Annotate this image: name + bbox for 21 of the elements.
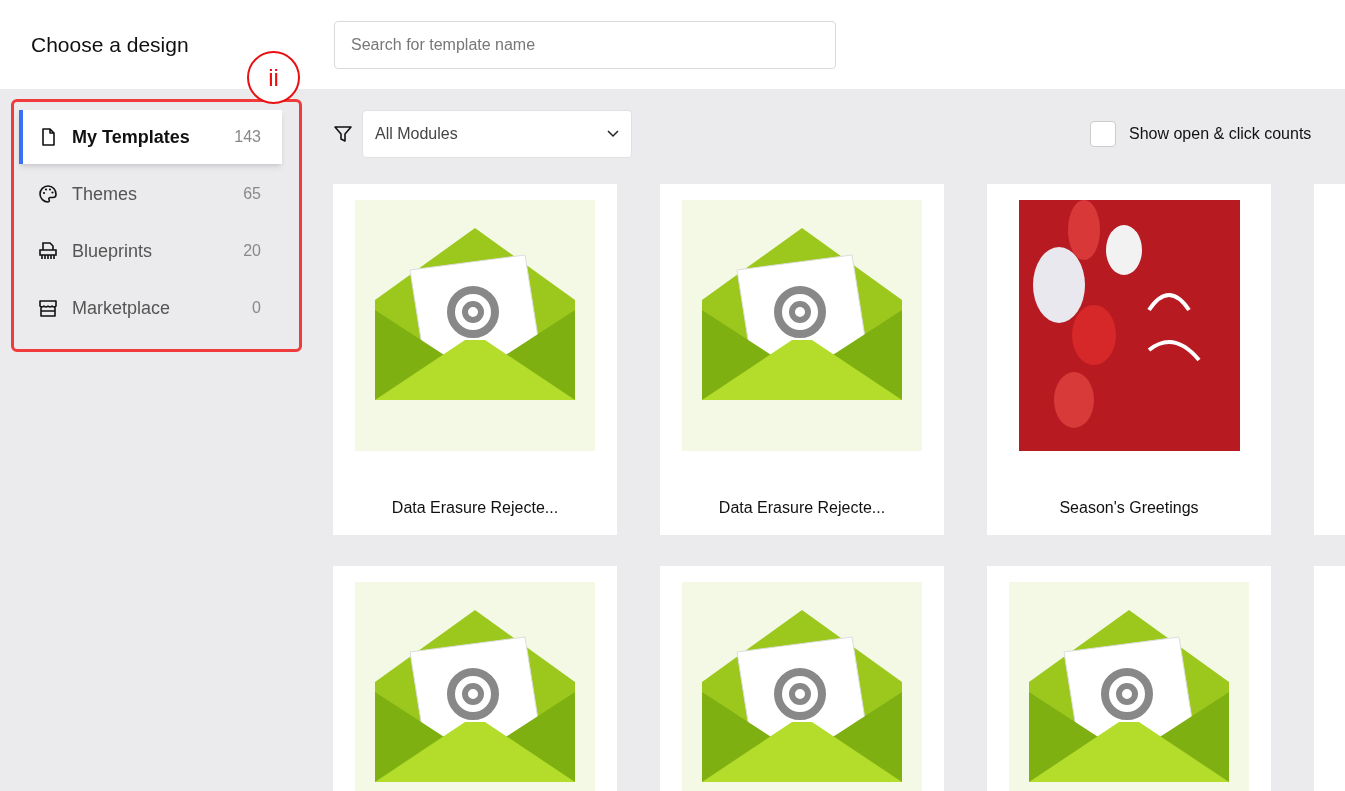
palette-icon [38,184,58,204]
template-name: Data Erasure Rejecte... [391,498,559,518]
sidebar-item[interactable]: My Templates 143 [19,110,282,164]
template-name: Data Erasure Rejecte... [718,498,886,518]
page-title: Choose a design [31,31,190,58]
module-dropdown[interactable]: All Modules [362,109,632,158]
checkbox[interactable] [1090,120,1116,147]
sidebar-item[interactable]: Themes 65 [19,167,282,221]
storefront-icon [38,298,58,318]
chevron-down-icon [607,129,619,138]
show-counts-label: Show open & click counts [1129,123,1312,144]
template-card[interactable]: Data Erasure Rejecte... [660,184,944,535]
sidebar-item[interactable]: Marketplace 0 [19,281,282,335]
filter-icon[interactable] [333,123,353,144]
template-card[interactable]: Season's Greetings [987,184,1271,535]
search-field[interactable]: Search for template name [334,20,836,69]
template-name: Season's Greetings [1059,498,1199,518]
sidebar-item[interactable]: Blueprints 20 [19,224,282,278]
template-card[interactable]: Data Erasure Rejecte... [333,184,617,535]
dropdown-value: All Modules [375,123,458,144]
printer-icon [38,241,58,261]
